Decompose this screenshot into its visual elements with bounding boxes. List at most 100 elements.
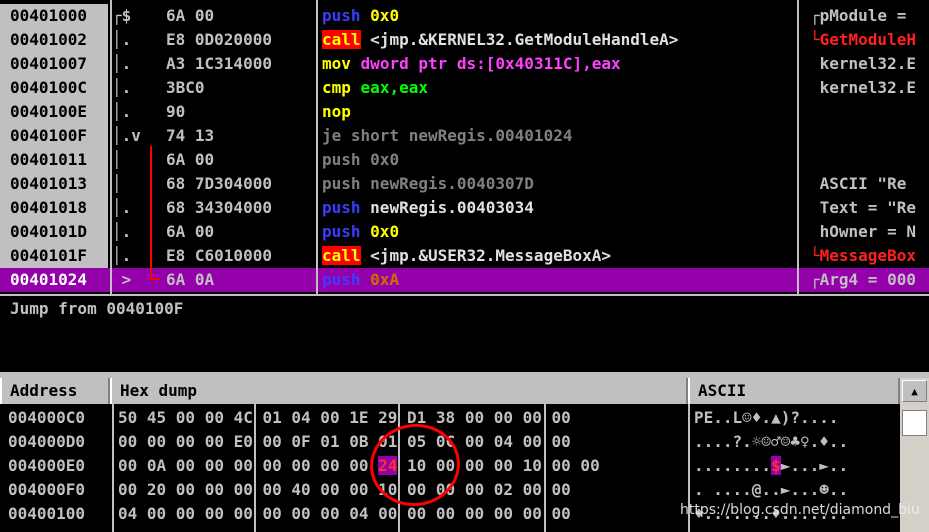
instruction-address: 00401013 (0, 172, 108, 196)
operands: 0xA (370, 270, 400, 289)
hex-group: 4C 01 04 00 (233, 408, 340, 427)
mnemonic: mov (322, 54, 351, 73)
disasm-separator (797, 0, 799, 294)
comment: └GetModuleH (810, 30, 916, 49)
disasm-row[interactable]: 00401000 ┌$ 6A 00 push 0x0 ┌pModule = (0, 4, 929, 28)
hex-group: 00 20 00 00 (118, 480, 224, 499)
dump-address: 00400100 (8, 504, 86, 523)
disasm-row[interactable]: 00401002 │. E8 0D020000 call <jmp.&KERNEL32… (0, 28, 929, 52)
operands: newRegis.00401024 (408, 126, 573, 145)
branch-marker: │. (112, 54, 132, 73)
dump-address: 004000F0 (8, 480, 86, 499)
instruction-bytes: 6A 00 (166, 150, 215, 169)
operands: <jmp.&USER32.MessageBoxA> (370, 246, 611, 265)
comment: kernel32.E (810, 78, 916, 97)
column-header-ascii[interactable]: ASCII (688, 378, 900, 404)
highlighted-char[interactable]: $ (771, 456, 781, 475)
hex-group: E0 00 0F 01 (233, 432, 340, 451)
instruction-address: 00401018 (0, 196, 108, 220)
mnemonic: push (322, 198, 361, 217)
instruction-address: 00401002 (0, 28, 108, 52)
branch-marker: │. (112, 78, 132, 97)
instruction-text: call <jmp.&KERNEL32.GetModuleHandleA> (322, 28, 792, 52)
branch-marker: │. (112, 30, 132, 49)
comment: ┌pModule = (810, 6, 907, 25)
instruction-address: 0040100E (0, 100, 108, 124)
scroll-up-icon[interactable]: ▲ (902, 380, 927, 402)
branch-marker: │. (112, 198, 132, 217)
instruction-address: 00401007 (0, 52, 108, 76)
ascii-text: . ....@..►...☻.. (694, 480, 849, 499)
disasm-separator (316, 0, 318, 294)
dump-ascii: ....?.☼☺♂☺♣♀.♦.. (694, 430, 890, 454)
instruction-text: push 0xA (322, 268, 792, 292)
instruction-bytes: 90 (166, 102, 186, 121)
instruction-text: cmp eax,eax (322, 76, 792, 100)
instruction-address: 0040100C (0, 76, 108, 100)
dump-separator (112, 404, 114, 532)
scroll-thumb[interactable] (902, 410, 927, 436)
comment (810, 124, 929, 148)
instruction-text: push 0x0 (322, 4, 792, 28)
disasm-row[interactable]: 0040101F │. E8 C6010000 call <jmp.&USER32.M… (0, 244, 929, 268)
info-pane[interactable]: Jump from 0040100F (0, 294, 929, 372)
operands: dword ptr ds:[0x40311C],eax (360, 54, 621, 73)
hex-group: 04 00 00 00 (118, 504, 224, 523)
operands: eax,eax (360, 78, 428, 97)
operands: <jmp.&KERNEL32.GetModuleHandleA> (370, 30, 679, 49)
ascii-text: PE..L☺♦.▲)?.... (694, 408, 839, 427)
dump-row[interactable]: 004000C0 50 45 00 00 4C 01 04 00 1E 29 D1… (0, 406, 900, 430)
disasm-row[interactable]: 0040100E │. 90 nop (0, 100, 929, 124)
comment (810, 148, 929, 172)
instruction-bytes: 3BC0 (166, 78, 205, 97)
mnemonic: push (322, 174, 361, 193)
dump-ascii: ........$►...►.. (694, 454, 890, 478)
ascii-text: ►...►.. (780, 456, 849, 475)
hex-group: 1E 29 D1 38 (349, 408, 456, 427)
comment: ASCII "Re (810, 174, 907, 193)
column-header-address[interactable]: Address (0, 378, 110, 404)
disasm-row[interactable]: 00401024 >6A 0A push 0xA ┌Arg4 = 000 (0, 268, 929, 292)
instruction-text: push 0x0 (322, 220, 792, 244)
mnemonic: push (322, 222, 361, 241)
jump-line (150, 146, 152, 280)
instruction-text: mov dword ptr ds:[0x40311C],eax (322, 52, 792, 76)
instruction-text: nop (322, 100, 792, 124)
branch-marker: ┌$ (112, 6, 132, 25)
hex-group: 00 0A 00 00 (118, 456, 224, 475)
ascii-text: ........ (694, 456, 772, 475)
disasm-row[interactable]: 0040100C │. 3BC0 cmp eax,eax kernel32.E (0, 76, 929, 100)
dump-address: 004000D0 (8, 432, 86, 451)
hex-group: 00 10 00 00 (493, 456, 600, 475)
mnemonic: call (322, 246, 361, 265)
dump-ascii: . ....@..►...☻.. (694, 478, 890, 502)
operands: newRegis.0040307D (370, 174, 534, 193)
hex-group: 00 00 00 00 (464, 504, 571, 523)
dump-hex: 04 00 00 00 00 00 00 00 04 00 00 00 00 0… (118, 502, 688, 526)
operands: 0x0 (370, 6, 400, 25)
disasm-row[interactable]: 00401013 │ 68 7D304000 push newRegis.00403… (0, 172, 929, 196)
hex-group: 50 45 00 00 (118, 408, 224, 427)
disasm-row[interactable]: 0040100F │.v 74 13 je short newRegis.004010… (0, 124, 929, 148)
jump-arrow-icon (150, 278, 160, 280)
hex-group: 04 00 00 00 (349, 504, 456, 523)
comment (810, 100, 929, 124)
mnemonic: cmp (322, 78, 351, 97)
disassembly-pane[interactable]: 00401000 ┌$ 6A 00 push 0x0 ┌pModule = 0040100… (0, 0, 929, 294)
mnemonic: nop (322, 102, 351, 121)
disasm-row[interactable]: 00401018 │. 68 34304000 push newRegis.00403… (0, 196, 929, 220)
branch-marker: │.v (112, 126, 141, 145)
mnemonic: push (322, 6, 361, 25)
disasm-row[interactable]: 00401007 │. A3 1C314000 mov dword ptr ds:[0… (0, 52, 929, 76)
info-text: Jump from 0040100F (10, 299, 184, 318)
disasm-row[interactable]: 0040101D │. 6A 00 push 0x0 hOwner = N (0, 220, 929, 244)
instruction-bytes: A3 1C314000 (166, 54, 272, 73)
instruction-address: 00401000 (0, 4, 108, 28)
operands: 0x0 (370, 222, 400, 241)
branch-marker: │. (112, 246, 132, 265)
instruction-bytes: E8 C6010000 (166, 246, 272, 265)
hex-group: 00 00 40 00 (233, 480, 340, 499)
disasm-row[interactable]: 00401011 │ 6A 00 push 0x0 (0, 148, 929, 172)
column-header-hex-dump[interactable]: Hex dump (110, 378, 688, 404)
hex-group: 00 00 00 00 (118, 432, 224, 451)
